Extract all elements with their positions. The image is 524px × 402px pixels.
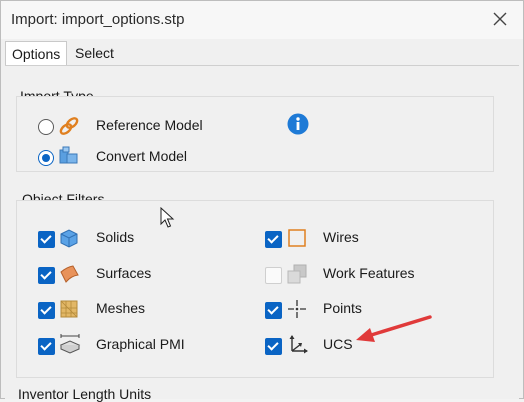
- solid-cube-icon: [60, 229, 78, 248]
- work-features-icon: [287, 264, 307, 284]
- window-title: Import: import_options.stp: [11, 11, 185, 28]
- surfaces-label: Surfaces: [96, 265, 152, 281]
- solids-checkbox[interactable]: [38, 231, 55, 248]
- title-bar: Import: import_options.stp: [1, 1, 523, 39]
- surfaces-checkbox[interactable]: [38, 267, 55, 284]
- wire-square-icon: [288, 229, 306, 247]
- convert-model-icon: [59, 146, 78, 164]
- ucs-label: UCS: [323, 336, 353, 352]
- close-icon[interactable]: [491, 10, 509, 28]
- meshes-checkbox[interactable]: [38, 302, 55, 319]
- convert-model-radio[interactable]: [38, 150, 54, 166]
- convert-model-label: Convert Model: [96, 148, 188, 164]
- object-filters-group: [16, 200, 494, 378]
- wires-checkbox[interactable]: [265, 231, 282, 248]
- length-units-label: Inventor Length Units: [18, 386, 152, 402]
- points-checkbox[interactable]: [265, 302, 282, 319]
- link-icon: [59, 117, 79, 135]
- meshes-label: Meshes: [96, 300, 146, 316]
- import-dialog: Import: import_options.stp Options Selec…: [0, 0, 524, 402]
- solids-label: Solids: [96, 229, 135, 245]
- work-features-label: Work Features: [323, 265, 415, 281]
- mouse-cursor-icon: [160, 207, 175, 228]
- options-panel: Import Type Reference Model Convert Mode…: [5, 65, 519, 402]
- reference-model-label: Reference Model: [96, 117, 203, 133]
- ucs-axes-icon: [289, 335, 308, 354]
- import-type-group: [16, 96, 494, 172]
- graphical-pmi-checkbox[interactable]: [38, 338, 55, 355]
- tab-select[interactable]: Select: [69, 41, 120, 65]
- point-crosshair-icon: [288, 300, 306, 318]
- ucs-checkbox[interactable]: [265, 338, 282, 355]
- graphical-pmi-icon: [59, 334, 81, 354]
- mesh-icon: [60, 300, 78, 318]
- wires-label: Wires: [323, 229, 359, 245]
- work-features-checkbox[interactable]: [265, 267, 282, 284]
- annotation-arrow-icon: [356, 315, 432, 342]
- info-icon[interactable]: [287, 113, 309, 135]
- tab-options[interactable]: Options: [5, 41, 68, 66]
- reference-model-radio[interactable]: [38, 119, 54, 135]
- graphical-pmi-label: Graphical PMI: [96, 336, 185, 352]
- surface-icon: [60, 265, 79, 283]
